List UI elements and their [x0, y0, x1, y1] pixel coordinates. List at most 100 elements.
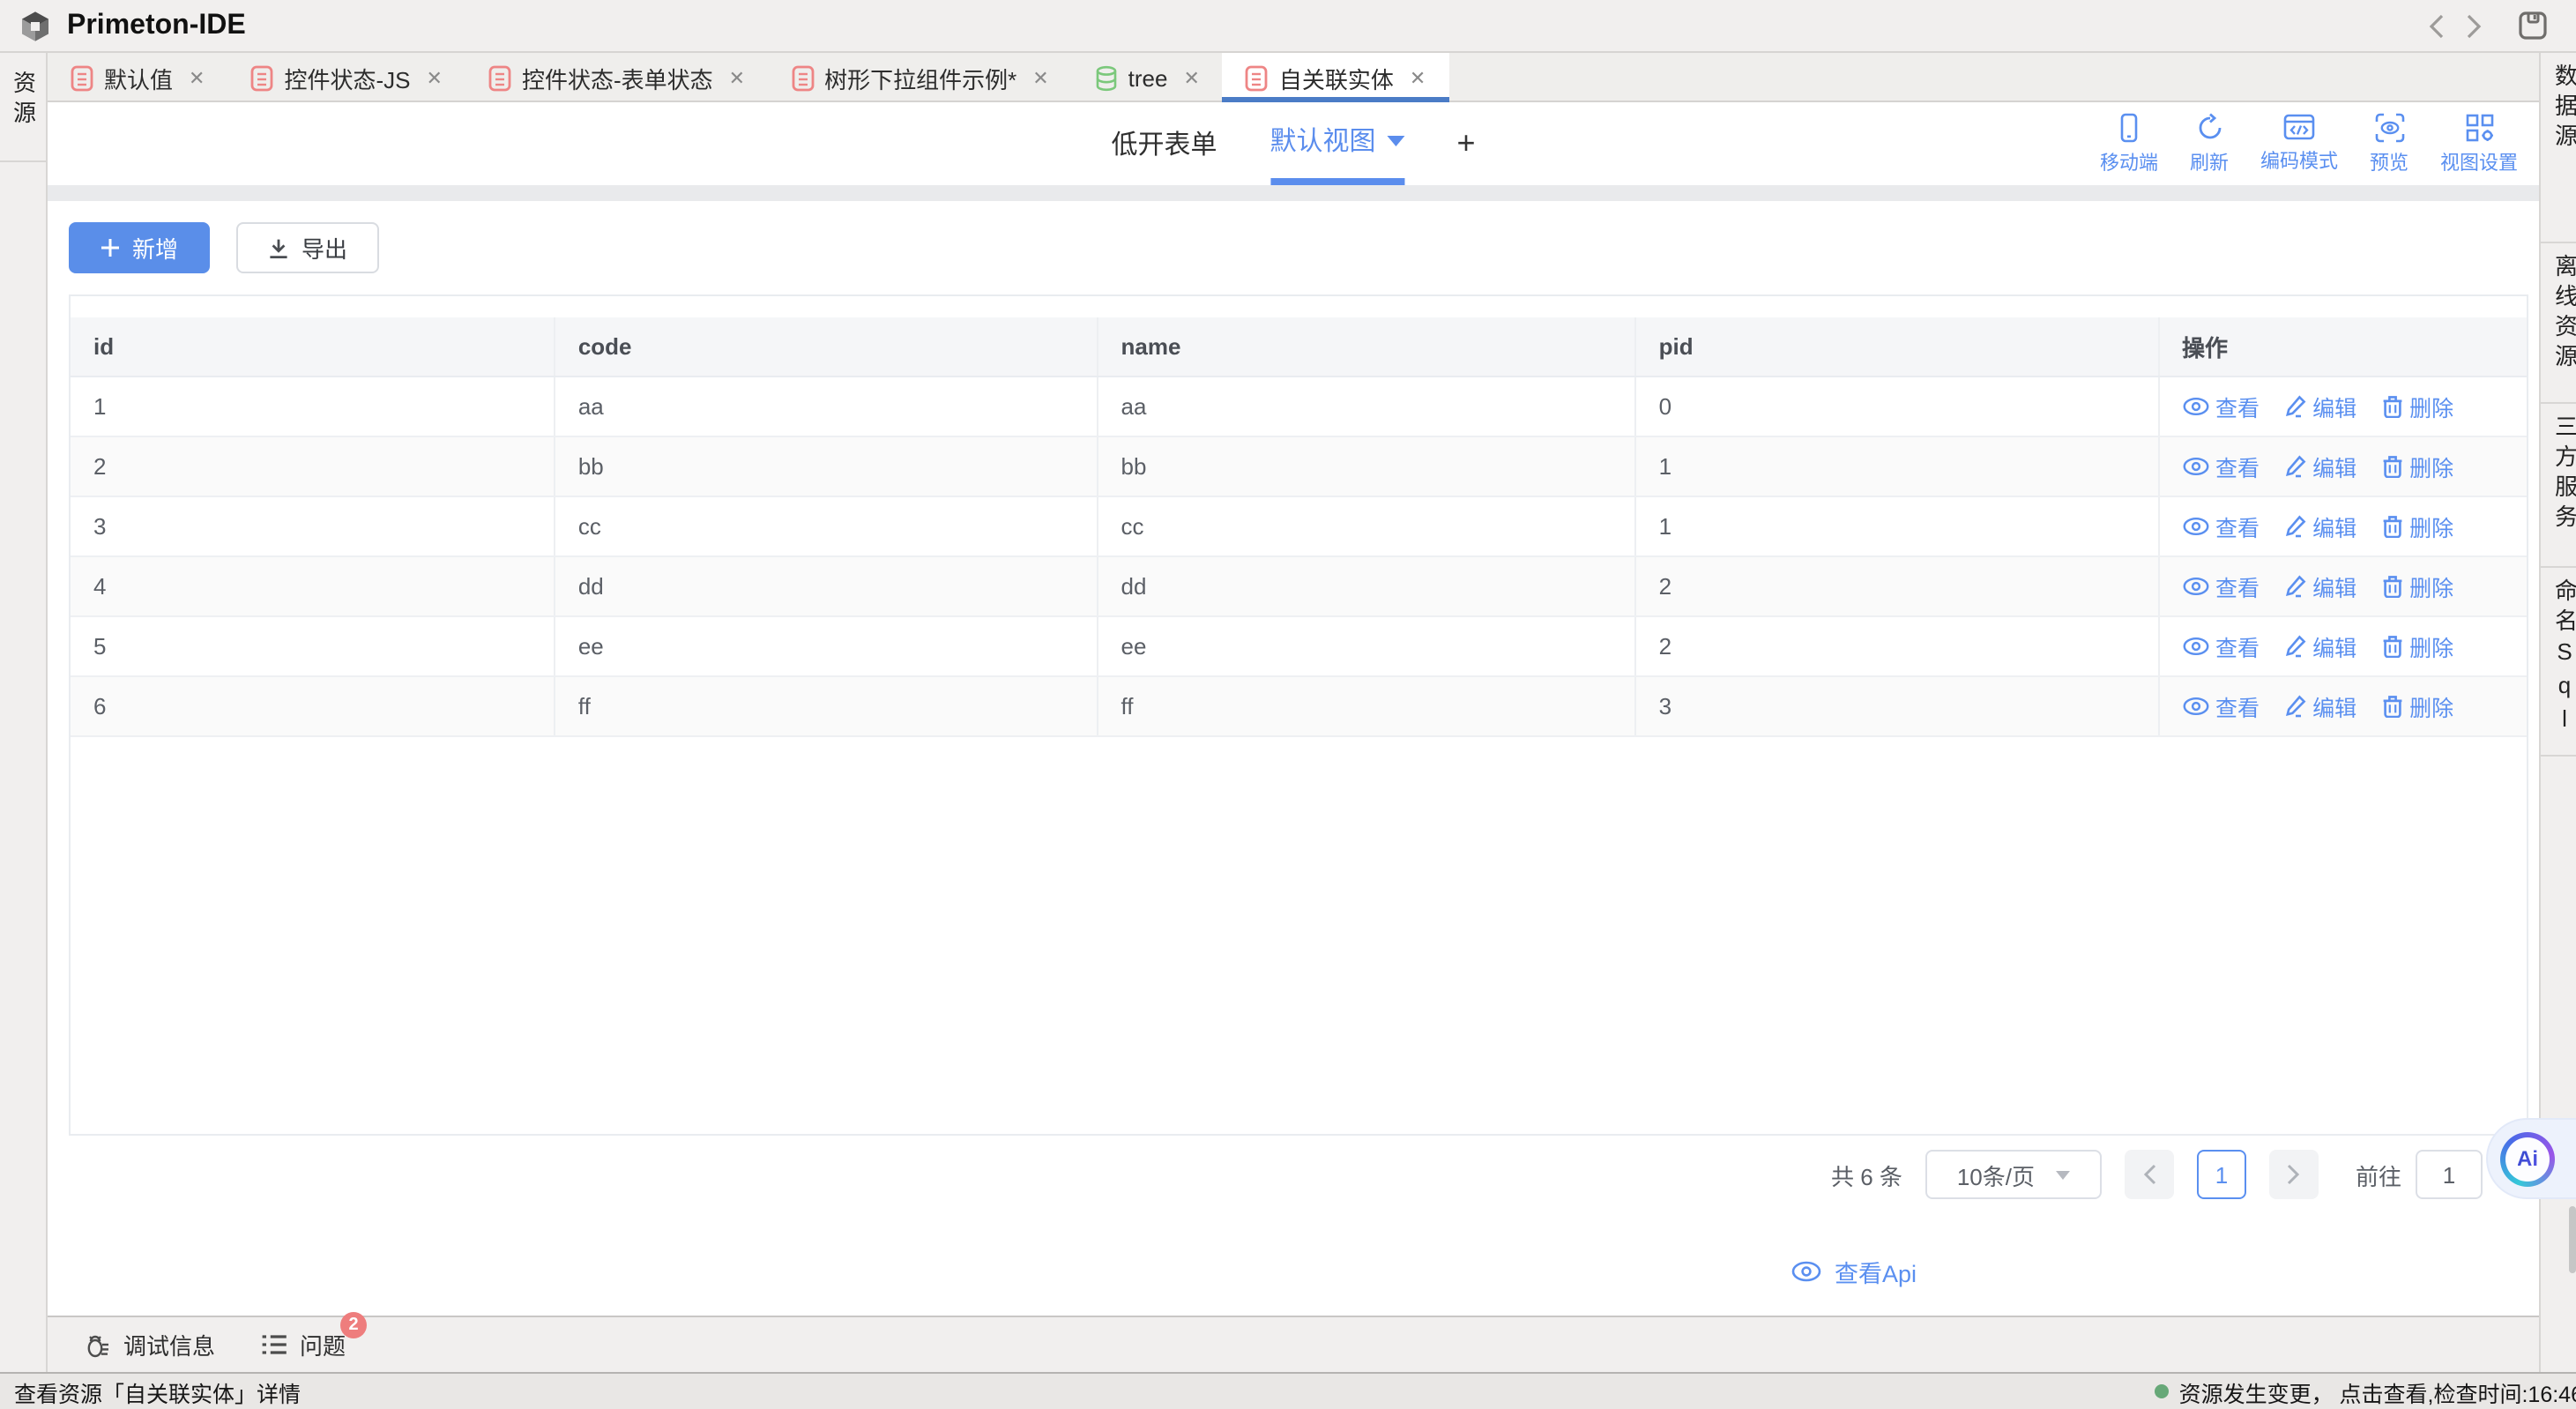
download-icon [268, 237, 289, 258]
edit-row-link[interactable]: 编辑 [2284, 449, 2356, 482]
view-settings-button[interactable]: 视图设置 [2440, 112, 2518, 175]
export-button[interactable]: 导出 [236, 222, 379, 273]
eye-icon [2182, 516, 2208, 535]
delete-row-link[interactable]: 删除 [2381, 389, 2453, 422]
cell-name: ff [1098, 675, 1635, 735]
view-row-link[interactable]: 查看 [2182, 389, 2260, 422]
cell-code: ee [555, 615, 1098, 675]
cell-name: cc [1098, 496, 1635, 555]
sidebar-item-named-sql[interactable]: 命名Sql [2541, 568, 2576, 757]
plus-icon [101, 238, 120, 257]
cell-id: 4 [71, 555, 555, 615]
view-settings-icon [2464, 112, 2494, 142]
table-row: 4dddd2查看编辑删除 [71, 555, 2527, 615]
delete-icon [2381, 454, 2402, 477]
close-icon[interactable]: ✕ [189, 66, 205, 89]
add-view-button[interactable]: + [1457, 102, 1476, 185]
cell-id: 1 [71, 376, 555, 436]
sidebar-item-resources[interactable]: 资源 [0, 53, 46, 162]
edit-row-link[interactable]: 编辑 [2284, 629, 2356, 662]
scrollbar-thumb[interactable] [2569, 1206, 2576, 1273]
ai-icon: Ai [2500, 1131, 2555, 1186]
view-row-link[interactable]: 查看 [2182, 569, 2260, 602]
view-api-link[interactable]: 查看Api [1792, 1254, 1917, 1289]
delete-row-link[interactable]: 删除 [2381, 689, 2453, 722]
col-header-pid: pid [1635, 317, 2158, 376]
pagination-total: 共 6 条 [1831, 1158, 1902, 1191]
cell-actions: 查看编辑删除 [2158, 496, 2527, 555]
tab-default-value[interactable]: 默认值 ✕ [48, 53, 227, 102]
data-table: id code name pid 操作 1aaaa0查看编辑删除2bbbb1查看… [69, 294, 2528, 1136]
delete-row-link[interactable]: 删除 [2381, 629, 2453, 662]
table-row: 1aaaa0查看编辑删除 [71, 376, 2527, 436]
refresh-button[interactable]: 刷新 [2190, 112, 2229, 175]
view-toolbar: 低开表单 默认视图 + 移动端 刷新 [48, 102, 2539, 185]
sidebar-item-third-party-services[interactable]: 三方服务 [2541, 404, 2576, 568]
status-right[interactable]: 资源发生变更， 点击查看,检查时间:16:46 [2155, 1375, 2576, 1408]
cell-actions: 查看编辑删除 [2158, 615, 2527, 675]
status-left-text: 查看资源「自关联实体」详情 [14, 1375, 301, 1408]
edit-icon [2284, 634, 2305, 657]
nav-forward-icon[interactable] [2454, 6, 2493, 45]
edit-row-link[interactable]: 编辑 [2284, 389, 2356, 422]
table-header-row: id code name pid 操作 [71, 317, 2527, 376]
nav-back-icon[interactable] [2416, 6, 2454, 45]
preview-button[interactable]: 预览 [2370, 112, 2408, 175]
close-icon[interactable]: ✕ [427, 66, 443, 89]
view-row-link[interactable]: 查看 [2182, 689, 2260, 722]
col-header-id: id [71, 317, 555, 376]
tab-tree[interactable]: tree ✕ [1072, 53, 1223, 102]
page-size-select[interactable]: 10条/页 [1925, 1150, 2102, 1199]
edit-row-link[interactable]: 编辑 [2284, 689, 2356, 722]
next-page-button[interactable] [2269, 1150, 2319, 1199]
chevron-left-icon [2142, 1164, 2156, 1185]
table-row: 2bbbb1查看编辑删除 [71, 436, 2527, 496]
close-icon[interactable]: ✕ [1183, 66, 1199, 89]
close-icon[interactable]: ✕ [1032, 66, 1048, 89]
ai-assistant-button[interactable]: Ai [2488, 1120, 2576, 1197]
tab-self-related-entity[interactable]: 自关联实体 ✕ [1223, 53, 1448, 102]
view-tab-default-view[interactable]: 默认视图 [1269, 102, 1403, 185]
cell-name: bb [1098, 436, 1635, 496]
view-row-link[interactable]: 查看 [2182, 509, 2260, 542]
delete-row-link[interactable]: 删除 [2381, 509, 2453, 542]
code-mode-icon [2283, 112, 2315, 140]
tab-control-state-form[interactable]: 控件状态-表单状态 ✕ [465, 53, 768, 102]
page-number-button[interactable]: 1 [2197, 1150, 2246, 1199]
goto-page-input[interactable]: 1 [2416, 1150, 2483, 1199]
debug-info-button[interactable]: 调试信息 [83, 1328, 215, 1361]
tab-label: 自关联实体 [1279, 61, 1394, 94]
eye-icon [2182, 456, 2208, 475]
tab-control-state-js[interactable]: 控件状态-JS ✕ [227, 53, 465, 102]
code-mode-button[interactable]: 编码模式 [2260, 112, 2338, 175]
edit-row-link[interactable]: 编辑 [2284, 509, 2356, 542]
close-icon[interactable]: ✕ [729, 66, 745, 89]
prev-page-button[interactable] [2125, 1150, 2174, 1199]
col-header-name: name [1098, 317, 1635, 376]
sidebar-item-offline-resources[interactable]: 离线资源 [2541, 243, 2576, 404]
add-button[interactable]: 新增 [69, 222, 210, 273]
save-icon[interactable] [2518, 11, 2548, 41]
edit-icon [2284, 694, 2305, 717]
cell-pid: 2 [1635, 555, 2158, 615]
tab-label: tree [1128, 64, 1168, 91]
delete-row-link[interactable]: 删除 [2381, 449, 2453, 482]
edit-row-link[interactable]: 编辑 [2284, 569, 2356, 602]
mobile-icon [2116, 112, 2142, 142]
problems-button[interactable]: 问题 2 [261, 1328, 346, 1361]
status-bar: 查看资源「自关联实体」详情 资源发生变更， 点击查看,检查时间:16:46 [0, 1372, 2576, 1409]
delete-row-link[interactable]: 删除 [2381, 569, 2453, 602]
cell-name: aa [1098, 376, 1635, 436]
mobile-button[interactable]: 移动端 [2100, 112, 2158, 175]
view-row-link[interactable]: 查看 [2182, 629, 2260, 662]
primeton-logo-icon [18, 8, 53, 43]
sidebar-item-datasource[interactable]: 数据源 [2541, 53, 2576, 243]
problems-count-badge[interactable]: 2 [340, 1312, 367, 1338]
left-sidebar: 资源 [0, 53, 48, 1372]
tab-tree-dropdown-demo[interactable]: 树形下拉组件示例* ✕ [768, 53, 1072, 102]
view-row-link[interactable]: 查看 [2182, 449, 2260, 482]
cell-pid: 1 [1635, 496, 2158, 555]
view-tab-lowcode-form[interactable]: 低开表单 [1111, 102, 1217, 185]
eye-icon [2182, 636, 2208, 655]
close-icon[interactable]: ✕ [1410, 66, 1426, 89]
